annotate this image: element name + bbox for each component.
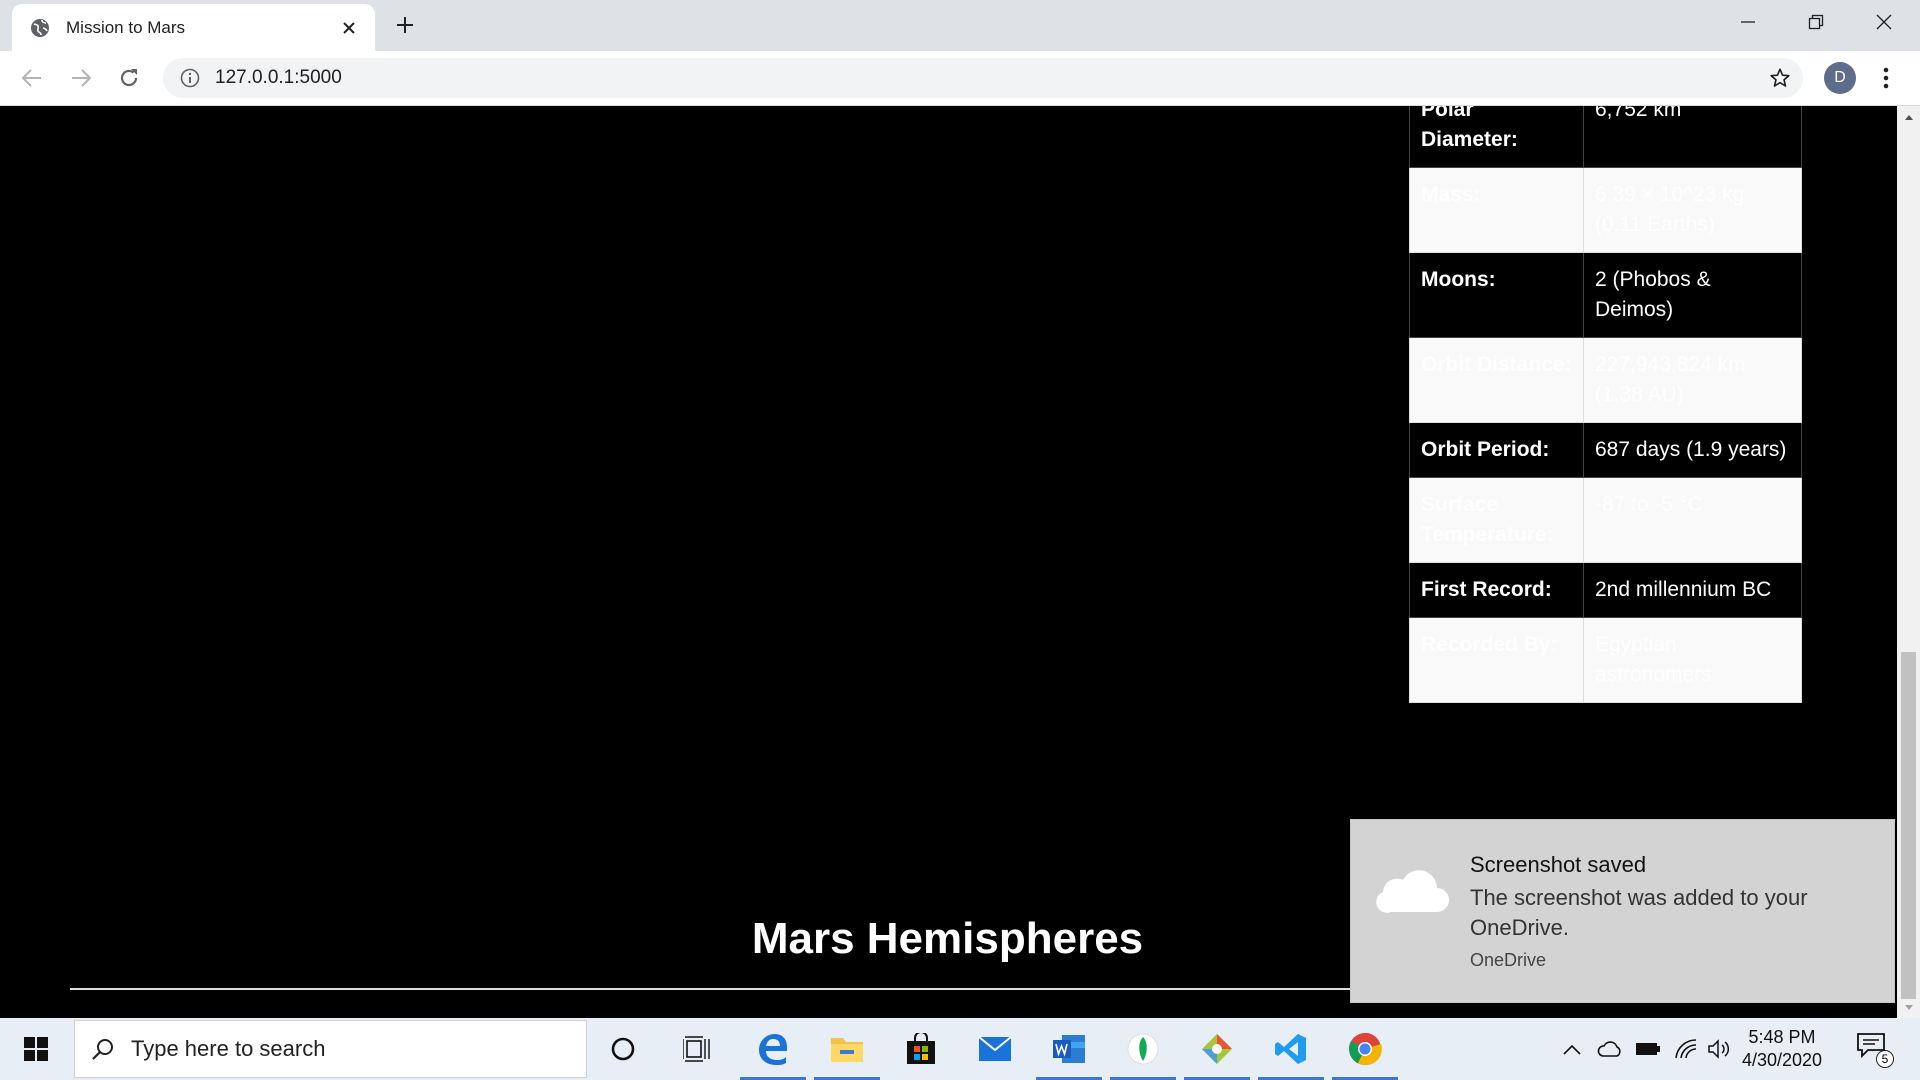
onedrive-toast-notification[interactable]: Screenshot saved The screenshot was adde… <box>1350 819 1895 1003</box>
facts-table-row: Mass: 6.39 × 10^23 kg (0.11 Earths) <box>1409 167 1802 253</box>
facts-table-row: First Record: 2nd millennium BC <box>1409 562 1802 618</box>
minimize-icon[interactable] <box>1726 4 1770 40</box>
notification-count-badge: 5 <box>1876 1050 1894 1068</box>
close-window-icon[interactable] <box>1862 4 1906 40</box>
task-view-icon[interactable] <box>660 1018 734 1080</box>
windows-start-icon[interactable] <box>0 1018 72 1080</box>
fact-value: -87 to -5 °C <box>1583 477 1802 563</box>
address-bar[interactable]: 127.0.0.1:5000 <box>163 58 1803 98</box>
mars-facts-table: Polar Diameter: 6,752 km Mass: 6.39 × 10^23… <box>1409 106 1802 703</box>
fact-value: Egyptian astronomers <box>1583 617 1802 703</box>
fact-label: First Record: <box>1409 562 1584 618</box>
profile-avatar[interactable]: D <box>1824 62 1856 94</box>
battery-icon[interactable] <box>1634 1036 1662 1062</box>
browser-tab-strip: Mission to Mars <box>0 0 1920 51</box>
facts-table-row: Recorded By: Egyptian astronomers <box>1409 617 1802 703</box>
fact-label: Orbit Distance: <box>1409 337 1584 423</box>
url-text[interactable]: 127.0.0.1:5000 <box>215 67 1765 89</box>
bookmark-star-icon[interactable] <box>1765 63 1795 93</box>
fact-value: 2nd millennium BC <box>1583 562 1802 618</box>
wifi-icon[interactable] <box>1672 1036 1700 1062</box>
cortana-icon[interactable] <box>586 1018 660 1080</box>
fact-value: 2 (Phobos & Deimos) <box>1583 252 1802 338</box>
mongodb-compass-icon[interactable] <box>1106 1018 1180 1080</box>
fact-label: Orbit Period: <box>1409 422 1584 478</box>
reload-icon[interactable] <box>114 63 144 93</box>
taskbar-search-input[interactable] <box>131 1036 531 1062</box>
toast-message: The screenshot was added to your OneDriv… <box>1470 885 1808 940</box>
vscode-icon[interactable] <box>1254 1018 1328 1080</box>
windows-taskbar: 5:48 PM 4/30/2020 5 <box>0 1018 1920 1080</box>
facts-table-row: Orbit Period: 687 days (1.9 years) <box>1409 422 1802 478</box>
cloud-icon <box>1375 864 1451 916</box>
file-explorer-icon[interactable] <box>810 1018 884 1080</box>
globe-icon <box>30 18 50 38</box>
clock-date: 4/30/2020 <box>1741 1050 1823 1070</box>
toast-source: OneDrive <box>1470 950 1547 970</box>
scroll-thumb[interactable] <box>1901 652 1916 999</box>
forward-arrow-icon[interactable] <box>66 63 96 93</box>
facts-table-row: Surface Temperature: -87 to -5 °C <box>1409 477 1802 563</box>
taskbar-search-box[interactable] <box>74 1020 587 1078</box>
restore-icon[interactable] <box>1794 4 1838 40</box>
fact-label: Mass: <box>1409 167 1584 253</box>
word-icon[interactable] <box>1032 1018 1106 1080</box>
page-scrollbar[interactable] <box>1897 106 1920 1018</box>
fact-value: 6.39 × 10^23 kg (0.11 Earths) <box>1583 167 1802 253</box>
scroll-up-arrow-icon[interactable] <box>1897 108 1920 125</box>
scroll-down-arrow-icon[interactable] <box>1897 999 1920 1016</box>
clock-time: 5:48 PM <box>1748 1027 1816 1047</box>
facts-table-row: Polar Diameter: 6,752 km <box>1409 106 1802 168</box>
show-hidden-icons-chevron-up-icon[interactable] <box>1558 1036 1586 1062</box>
fact-label: Recorded By: <box>1409 617 1584 703</box>
fact-label: Moons: <box>1409 252 1584 338</box>
fact-value: 6,752 km <box>1583 106 1802 168</box>
toast-title: Screenshot saved <box>1470 852 1647 877</box>
github-desktop-icon[interactable] <box>1180 1018 1254 1080</box>
tab-title: Mission to Mars <box>66 17 186 37</box>
tab-mission-to-mars[interactable]: Mission to Mars <box>12 4 375 51</box>
taskbar-clock[interactable]: 5:48 PM 4/30/2020 <box>1730 1026 1834 1072</box>
close-tab-icon[interactable] <box>337 16 361 40</box>
fact-label: Surface Temperature: <box>1409 477 1584 563</box>
onedrive-tray-icon[interactable] <box>1596 1036 1624 1062</box>
browser-toolbar: 127.0.0.1:5000 D <box>0 51 1920 106</box>
facts-table-row: Moons: 2 (Phobos & Deimos) <box>1409 252 1802 338</box>
chrome-icon[interactable] <box>1328 1018 1402 1080</box>
fact-value: 687 days (1.9 years) <box>1583 422 1802 478</box>
more-vertical-icon[interactable] <box>1874 62 1898 94</box>
new-tab-plus-icon[interactable] <box>390 10 420 40</box>
facts-table-row: Orbit Distance: 227,943,824 km (1.38 AU) <box>1409 337 1802 423</box>
back-arrow-icon[interactable] <box>17 63 47 93</box>
edge-browser-icon[interactable] <box>736 1018 810 1080</box>
search-icon <box>92 1039 113 1060</box>
fact-label: Polar Diameter: <box>1409 106 1584 168</box>
info-icon[interactable] <box>179 67 201 89</box>
mail-icon[interactable] <box>958 1018 1032 1080</box>
action-center-icon[interactable]: 5 <box>1856 1032 1894 1068</box>
fact-value: 227,943,824 km (1.38 AU) <box>1583 337 1802 423</box>
microsoft-store-icon[interactable] <box>884 1018 958 1080</box>
